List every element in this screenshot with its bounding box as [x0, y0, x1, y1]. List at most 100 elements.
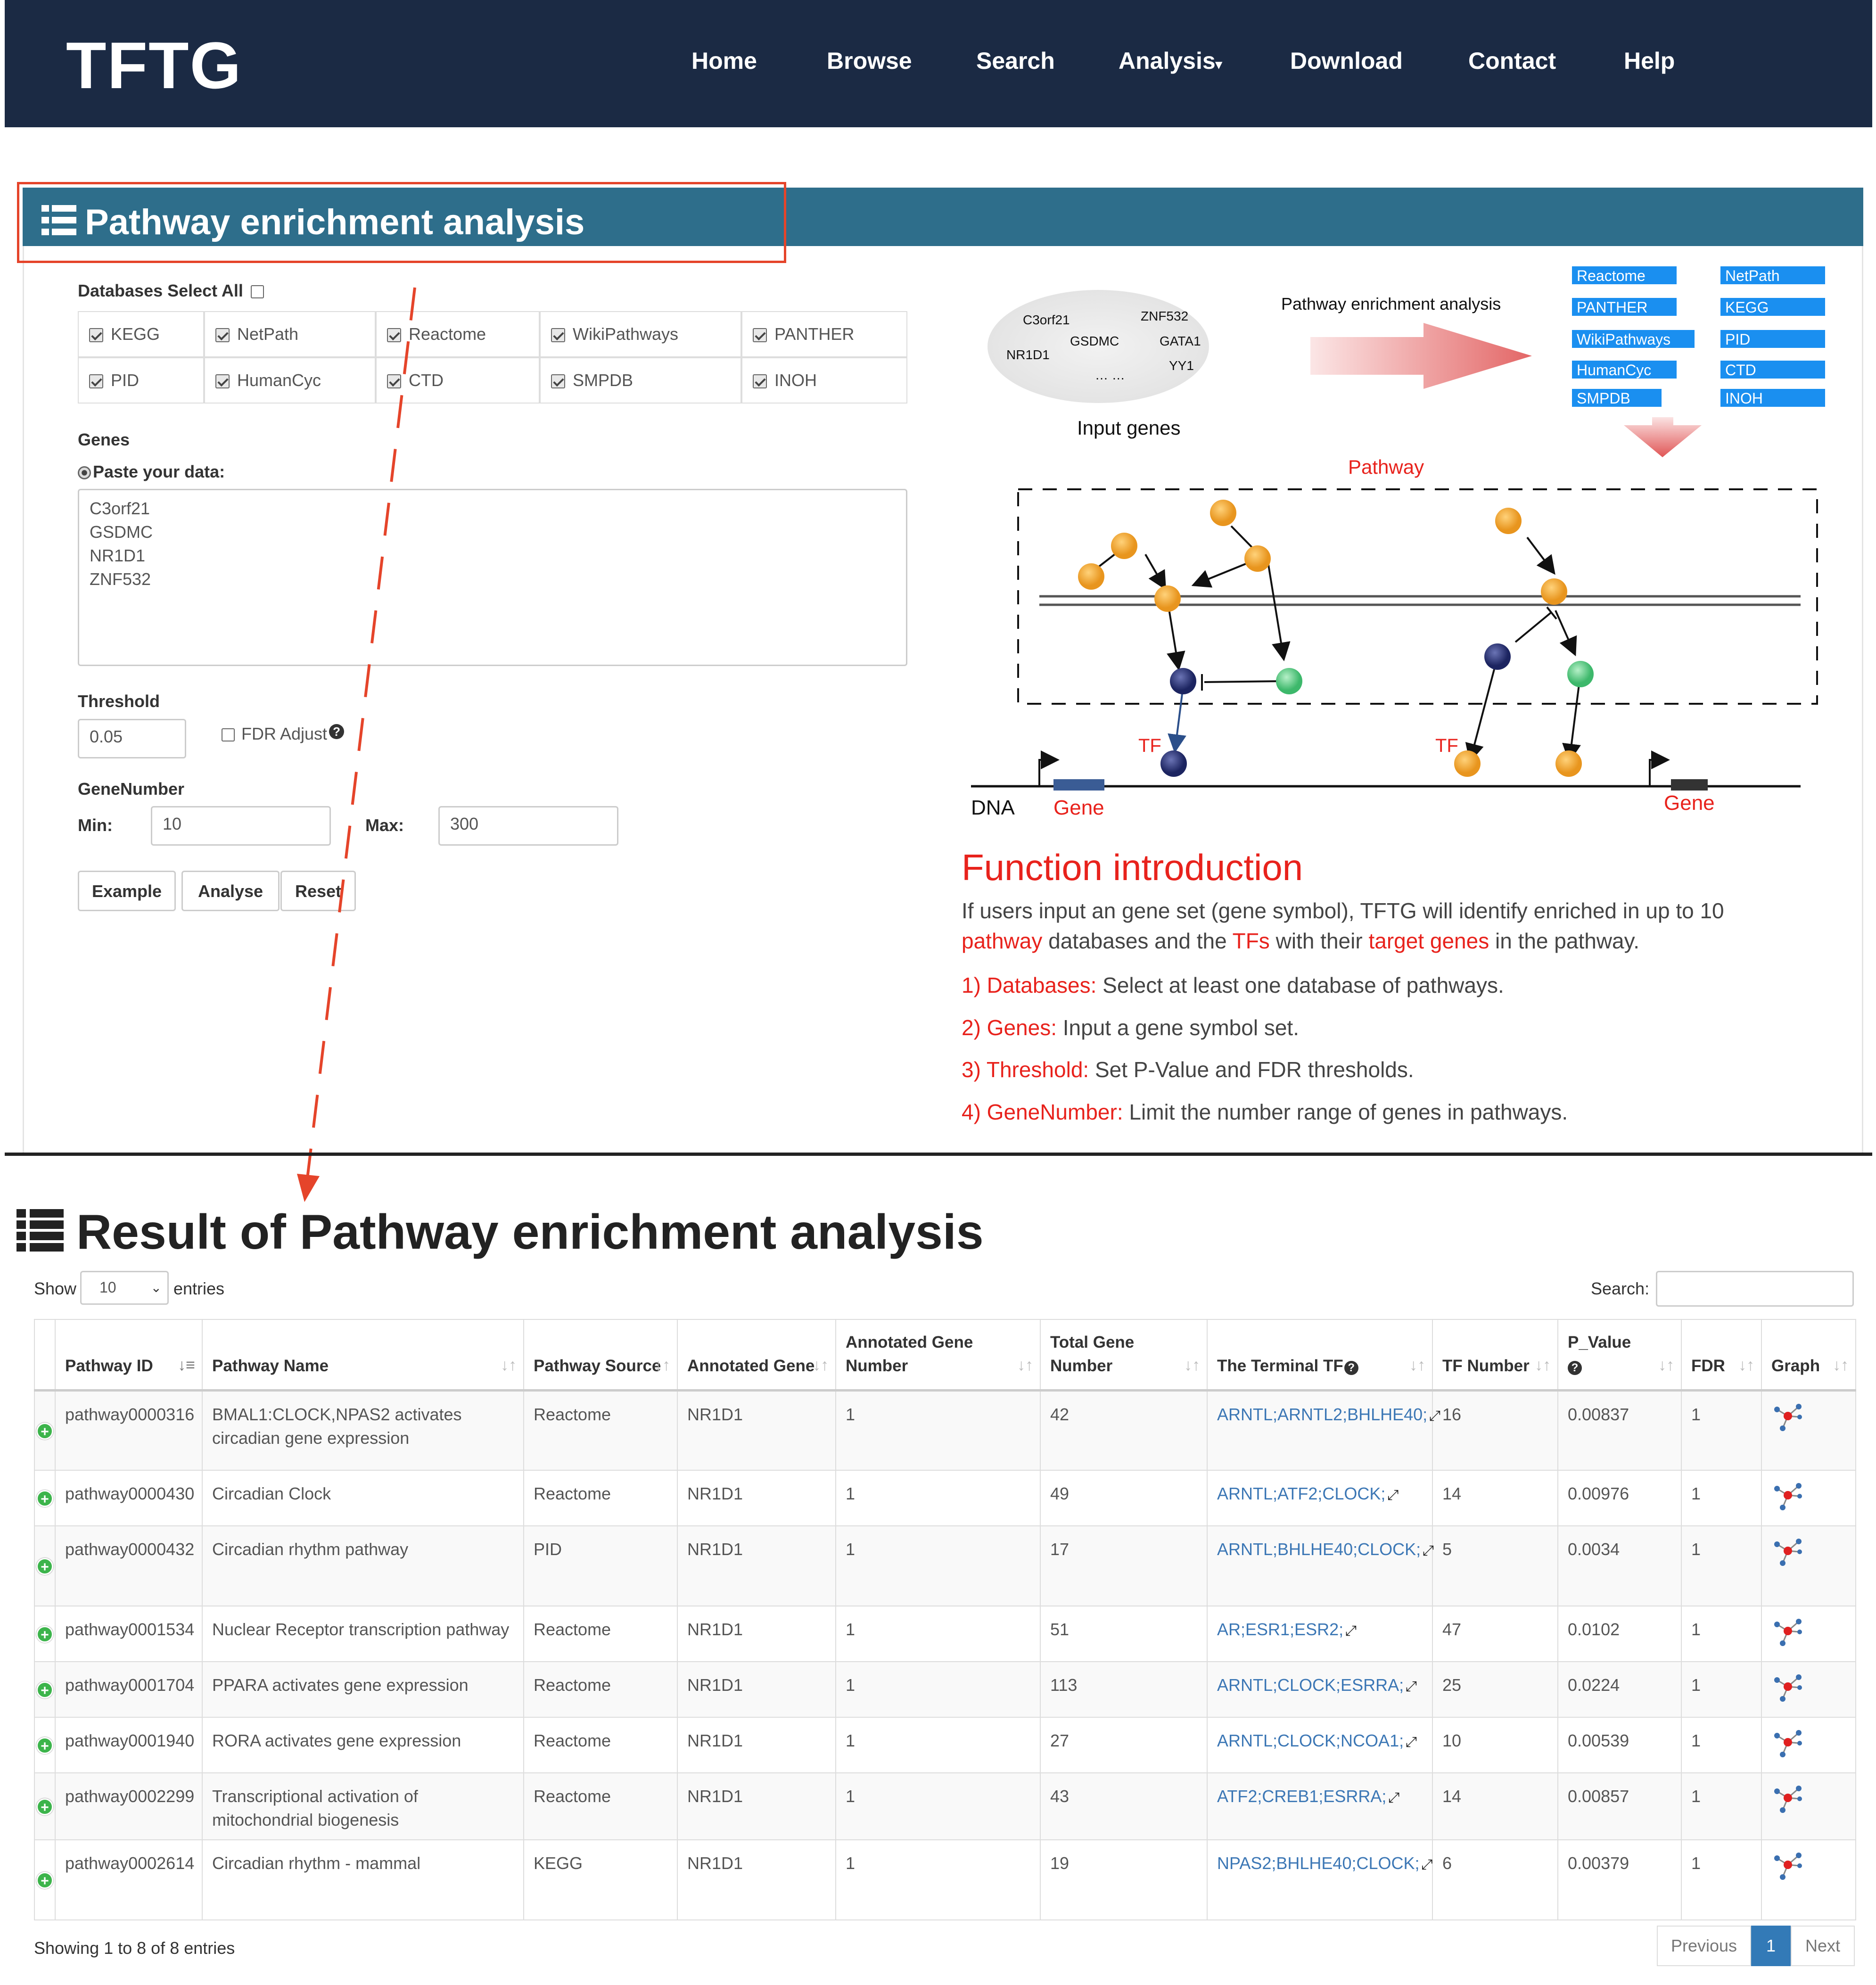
threshold-input[interactable]: 0.05 [78, 719, 186, 758]
genes-textarea[interactable]: C3orf21 GSDMC NR1D1 ZNF532 [78, 489, 907, 666]
brand-logo[interactable]: TFTG [66, 27, 242, 104]
network-graph-icon[interactable] [1771, 1538, 1804, 1567]
col-pathway-source[interactable]: Pathway Source ↓↑ [523, 1319, 678, 1392]
cell-terminal-tf[interactable]: ATF2;CREB1;ESRRA; ⤢ [1207, 1772, 1433, 1840]
expand-cell[interactable]: + [34, 1661, 56, 1718]
expand-icon[interactable]: + [36, 1798, 53, 1815]
tf-link[interactable]: ARNTL;ATF2;CLOCK; [1217, 1484, 1385, 1503]
expand-icon[interactable]: + [36, 1422, 53, 1440]
sort-icon[interactable]: ↓↑ [1658, 1353, 1674, 1377]
cell-graph[interactable] [1761, 1525, 1856, 1606]
tf-link[interactable]: AR;ESR1;ESR2; [1217, 1620, 1343, 1639]
example-button[interactable]: Example [78, 871, 176, 911]
expand-cell[interactable]: + [34, 1839, 56, 1920]
col-total-gene-number[interactable]: Total Gene Number ↓↑ [1040, 1319, 1208, 1392]
expand-icon[interactable]: + [36, 1558, 53, 1575]
paste-option[interactable]: Paste your data: [78, 462, 225, 482]
nav-browse[interactable]: Browse [827, 47, 912, 74]
pid-checkbox[interactable] [89, 374, 103, 389]
sort-icon[interactable]: ↓↑ [813, 1353, 829, 1377]
expand-arrows-icon[interactable]: ⤢ [1388, 1790, 1399, 1805]
expand-arrows-icon[interactable]: ⤢ [1406, 1679, 1417, 1694]
select-all-checkbox[interactable] [250, 285, 264, 299]
db-smpdb[interactable]: SMPDB [540, 357, 741, 404]
cell-graph[interactable] [1761, 1717, 1856, 1773]
col-annotated-gene-number[interactable]: Annotated Gene Number ↓↑ [835, 1319, 1041, 1392]
expand-arrows-icon[interactable]: ⤢ [1345, 1623, 1357, 1639]
network-graph-icon[interactable] [1771, 1673, 1804, 1703]
sort-icon[interactable]: ↓↑ [1017, 1353, 1033, 1377]
next-button[interactable]: Next [1791, 1926, 1855, 1966]
question-icon[interactable]: ? [1568, 1360, 1582, 1375]
expand-cell[interactable]: + [34, 1525, 56, 1606]
col-tf-number[interactable]: TF Number ↓↑ [1432, 1319, 1558, 1392]
cell-graph[interactable] [1761, 1772, 1856, 1840]
expand-icon[interactable]: + [36, 1490, 53, 1507]
expand-cell[interactable]: + [34, 1470, 56, 1526]
col-graph[interactable]: Graph ↓↑ [1761, 1319, 1856, 1392]
nav-help[interactable]: Help [1624, 47, 1675, 74]
inoh-checkbox[interactable] [753, 374, 767, 389]
db-inoh[interactable]: INOH [741, 357, 907, 404]
kegg-checkbox[interactable] [89, 328, 103, 343]
expand-arrows-icon[interactable]: ⤢ [1429, 1408, 1440, 1424]
question-icon[interactable]: ? [1344, 1360, 1358, 1375]
expand-cell[interactable]: + [34, 1606, 56, 1662]
cell-terminal-tf[interactable]: ARNTL;ARNTL2;BHLHE40; ⤢ [1207, 1390, 1440, 1471]
max-input[interactable]: 300 [438, 806, 618, 846]
sort-icon[interactable]: ↓↑ [1833, 1353, 1849, 1377]
sort-icon[interactable]: ↓↑ [654, 1353, 670, 1377]
sort-icon[interactable]: ↓↑ [1184, 1353, 1200, 1377]
col-annotated-gene[interactable]: Annotated Gene ↓↑ [677, 1319, 836, 1392]
network-graph-icon[interactable] [1771, 1729, 1804, 1758]
humancyc-checkbox[interactable] [215, 374, 230, 389]
expand-cell[interactable]: + [34, 1772, 56, 1840]
radio-button[interactable] [78, 466, 91, 480]
cell-terminal-tf[interactable]: ARNTL;ATF2;CLOCK; ⤢ [1207, 1470, 1433, 1526]
col-terminal-tf[interactable]: The Terminal TF? ↓↑ [1207, 1319, 1433, 1392]
sort-asc-icon[interactable]: ↓≡ [178, 1353, 195, 1377]
sort-icon[interactable]: ↓↑ [501, 1353, 517, 1377]
sort-icon[interactable]: ↓↑ [1409, 1353, 1425, 1377]
analyse-button[interactable]: Analyse [181, 871, 280, 911]
col-p-value[interactable]: P_Value? ↓↑ [1557, 1319, 1682, 1392]
expand-arrows-icon[interactable]: ⤢ [1423, 1543, 1434, 1558]
page-length-select[interactable]: 10 ⌄ [80, 1271, 169, 1305]
network-graph-icon[interactable] [1771, 1852, 1804, 1881]
page-1-button[interactable]: 1 [1751, 1926, 1791, 1966]
cell-graph[interactable] [1761, 1470, 1856, 1526]
col-fdr[interactable]: FDR ↓↑ [1681, 1319, 1762, 1392]
wikipathways-checkbox[interactable] [551, 328, 565, 343]
cell-graph[interactable] [1761, 1390, 1856, 1471]
network-graph-icon[interactable] [1771, 1785, 1804, 1814]
nav-contact[interactable]: Contact [1468, 47, 1556, 74]
cell-terminal-tf[interactable]: ARNTL;CLOCK;NCOA1; ⤢ [1207, 1717, 1433, 1773]
col-pathway-name[interactable]: Pathway Name ↓↑ [202, 1319, 524, 1392]
cell-graph[interactable] [1761, 1606, 1856, 1662]
db-kegg[interactable]: KEGG [78, 311, 204, 357]
sort-icon[interactable]: ↓↑ [1535, 1353, 1551, 1377]
cell-graph[interactable] [1761, 1839, 1856, 1920]
tf-link[interactable]: NPAS2;BHLHE40;CLOCK; [1217, 1853, 1420, 1873]
netpath-checkbox[interactable] [215, 328, 230, 343]
panther-checkbox[interactable] [753, 328, 767, 343]
smpdb-checkbox[interactable] [551, 374, 565, 389]
cell-terminal-tf[interactable]: AR;ESR1;ESR2; ⤢ [1207, 1606, 1433, 1662]
expand-arrows-icon[interactable]: ⤢ [1387, 1487, 1399, 1503]
tf-link[interactable]: ARNTL;ARNTL2;BHLHE40; [1217, 1405, 1427, 1424]
expand-icon[interactable]: + [36, 1872, 53, 1889]
tf-link[interactable]: ATF2;CREB1;ESRRA; [1217, 1787, 1386, 1806]
tf-link[interactable]: ARNTL;BHLHE40;CLOCK; [1217, 1540, 1421, 1559]
expand-icon[interactable]: + [36, 1626, 53, 1643]
expand-cell[interactable]: + [34, 1390, 56, 1471]
nav-home[interactable]: Home [691, 47, 757, 74]
network-graph-icon[interactable] [1771, 1482, 1804, 1511]
db-panther[interactable]: PANTHER [741, 311, 907, 357]
nav-analysis[interactable]: Analysis▾ [1119, 47, 1222, 74]
cell-terminal-tf[interactable]: ARNTL;BHLHE40;CLOCK; ⤢ [1207, 1525, 1434, 1606]
expand-icon[interactable]: + [36, 1681, 53, 1698]
tf-link[interactable]: ARNTL;CLOCK;ESRRA; [1217, 1675, 1404, 1695]
expand-arrows-icon[interactable]: ⤢ [1422, 1857, 1433, 1872]
db-wikipathways[interactable]: WikiPathways [540, 311, 741, 357]
fdr-checkbox[interactable] [222, 728, 235, 742]
